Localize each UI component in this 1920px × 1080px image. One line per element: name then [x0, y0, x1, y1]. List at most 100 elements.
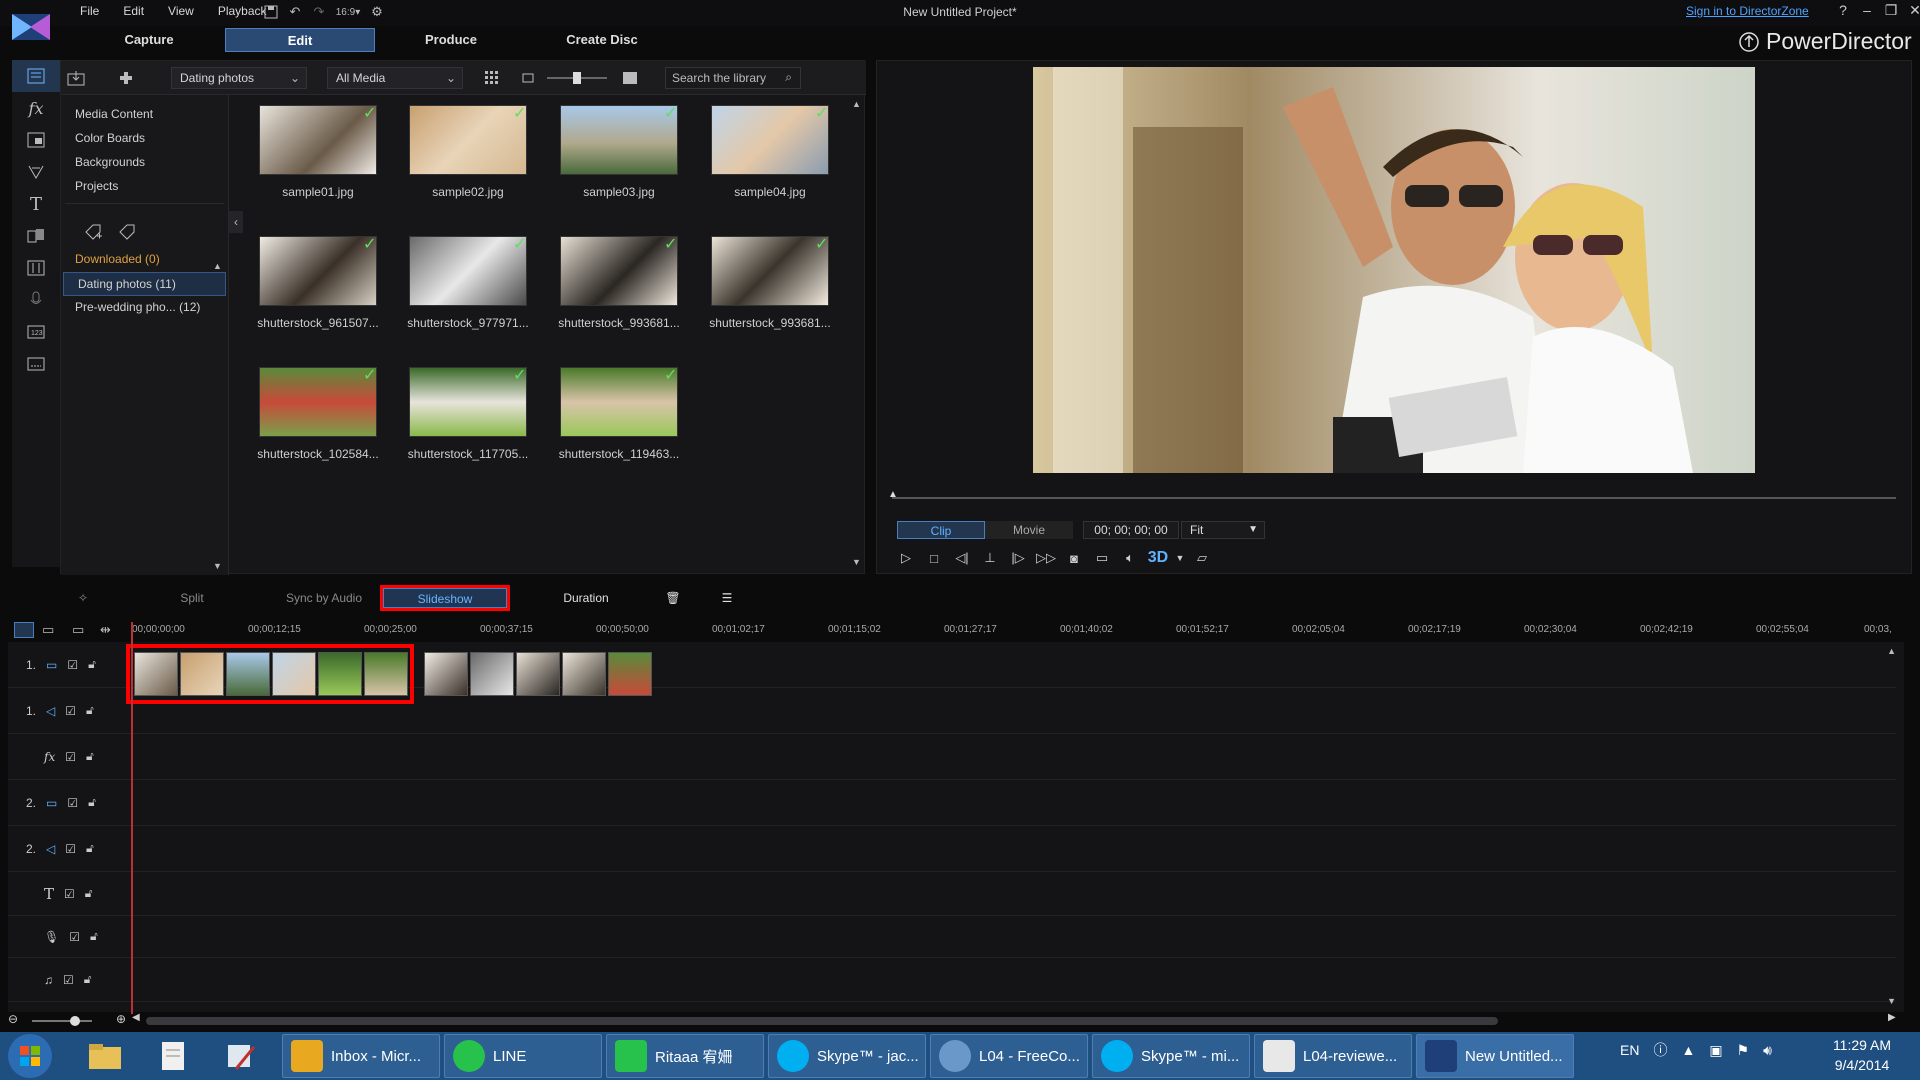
aspect-ratio-icon[interactable]: 16:9▾: [334, 3, 362, 21]
split-button[interactable]: Split: [162, 588, 222, 608]
scroll-up-icon[interactable]: ▲: [213, 261, 223, 271]
sync-audio-button[interactable]: Sync by Audio: [264, 588, 384, 608]
next-frame-icon[interactable]: |▷: [1007, 547, 1029, 569]
taskbar-skype-1[interactable]: Skype™ - jac...: [768, 1034, 926, 1078]
close-button[interactable]: ✕: [1904, 2, 1920, 19]
media-room-icon[interactable]: [12, 60, 60, 92]
external-display-icon[interactable]: ▱: [1191, 547, 1213, 569]
upgrade-icon[interactable]: [1738, 31, 1760, 53]
zoom-in-icon[interactable]: ⊕: [116, 1012, 126, 1026]
voiceover-room-icon[interactable]: [12, 284, 60, 316]
audio-mixing-room-icon[interactable]: [12, 252, 60, 284]
language-indicator[interactable]: EN: [1620, 1042, 1639, 1058]
taskbar-skype-2[interactable]: Skype™ - mi...: [1092, 1034, 1250, 1078]
media-item[interactable]: ✓ sample03.jpg: [552, 95, 678, 205]
tree-color-boards[interactable]: Color Boards: [61, 127, 228, 151]
particle-room-icon[interactable]: [12, 156, 60, 188]
pip-room-icon[interactable]: [12, 124, 60, 156]
tag-dating-photos[interactable]: Dating photos (11): [63, 272, 226, 296]
track-enable-checkbox[interactable]: ☑: [64, 887, 75, 901]
play-icon[interactable]: ▷: [895, 547, 917, 569]
tree-backgrounds[interactable]: Backgrounds: [61, 151, 228, 175]
slideshow-button[interactable]: Slideshow: [380, 585, 510, 611]
lock-icon[interactable]: 🔓︎: [90, 929, 98, 944]
tag-downloaded[interactable]: Downloaded (0): [61, 248, 228, 272]
transition-room-icon[interactable]: [12, 220, 60, 252]
save-icon[interactable]: [262, 3, 280, 21]
timeline-ruler[interactable]: 00;00;00;00 00;00;12;15 00;00;25;00 00;0…: [120, 620, 1900, 640]
fit-timeline-icon[interactable]: ⇹: [100, 622, 111, 638]
media-item[interactable]: ✓ shutterstock_102584...: [251, 357, 379, 467]
lock-icon[interactable]: 🔓︎: [86, 749, 94, 764]
notepad-icon[interactable]: [146, 1034, 200, 1078]
scroll-right-icon[interactable]: ▶: [1888, 1012, 1896, 1023]
3d-toggle[interactable]: 3D: [1147, 547, 1169, 569]
subtitle-room-icon[interactable]: [12, 348, 60, 380]
track-enable-checkbox[interactable]: ☑: [65, 750, 76, 764]
start-button[interactable]: [8, 1034, 52, 1078]
scroll-down-icon[interactable]: ▼: [213, 561, 222, 571]
media-item[interactable]: ✓ shutterstock_119463...: [552, 357, 679, 467]
track-enable-checkbox[interactable]: ☑: [63, 973, 74, 987]
fast-forward-icon[interactable]: ▷▷: [1035, 547, 1057, 569]
media-item[interactable]: ✓ shutterstock_993681...: [703, 226, 831, 336]
media-item[interactable]: ✓ shutterstock_961507...: [251, 226, 379, 336]
thumbnail-size-slider[interactable]: [547, 72, 607, 84]
show-hidden-icon[interactable]: ▲: [1681, 1042, 1695, 1058]
lock-icon[interactable]: 🔓︎: [84, 972, 92, 987]
media-item[interactable]: ✓ shutterstock_977971...: [401, 226, 529, 336]
duration-button[interactable]: Duration: [548, 588, 624, 608]
remove-tag-icon[interactable]: [117, 222, 137, 242]
taskbar-freecommander[interactable]: L04 - FreeCo...: [930, 1034, 1088, 1078]
volume-icon[interactable]: 🔊︎: [1763, 1042, 1772, 1059]
help-icon[interactable]: ⓘ: [1653, 1040, 1667, 1060]
chapter-room-icon[interactable]: 123: [12, 316, 60, 348]
clock[interactable]: 11:29 AM 9/4/2014: [1822, 1035, 1902, 1075]
tab-create-disc[interactable]: Create Disc: [527, 28, 677, 52]
title-room-icon[interactable]: T: [12, 188, 60, 220]
small-thumb-icon[interactable]: [517, 67, 539, 89]
magic-tools-icon[interactable]: ✧: [72, 588, 94, 608]
tab-edit[interactable]: Edit: [225, 28, 375, 52]
dropdown-arrow-icon[interactable]: ▼: [1175, 547, 1185, 569]
network-icon[interactable]: ▣: [1709, 1042, 1722, 1059]
storyboard-view-icon[interactable]: ▭: [42, 622, 54, 638]
collapse-tree-button[interactable]: ‹: [229, 211, 243, 233]
menu-view[interactable]: View: [156, 4, 206, 18]
settings-icon[interactable]: ⚙: [368, 3, 386, 21]
minimize-button[interactable]: –: [1856, 2, 1878, 19]
grid-view-icon[interactable]: [481, 67, 503, 89]
media-item[interactable]: ✓ shutterstock_993681...: [552, 226, 680, 336]
explorer-icon[interactable]: [78, 1034, 132, 1078]
flag-icon[interactable]: ⚑: [1737, 1042, 1750, 1059]
taskbar-outlook[interactable]: Inbox - Micr...: [282, 1034, 440, 1078]
timeline-hscroll[interactable]: [146, 1017, 1498, 1025]
zoom-out-icon[interactable]: ⊖: [8, 1012, 18, 1026]
movie-mode-button[interactable]: Movie: [985, 521, 1073, 539]
tree-scrollbar[interactable]: ▲ ▼: [213, 261, 223, 575]
menu-edit[interactable]: Edit: [111, 4, 156, 18]
previous-frame-icon[interactable]: ◁|: [951, 547, 973, 569]
scroll-down-icon[interactable]: ▼: [1887, 996, 1896, 1006]
scroll-down-icon[interactable]: ▼: [852, 557, 861, 567]
tree-media-content[interactable]: Media Content: [61, 103, 228, 127]
media-item[interactable]: ✓ sample04.jpg: [703, 95, 829, 205]
delete-icon[interactable]: 🗑︎: [662, 588, 684, 608]
plugins-icon[interactable]: [115, 67, 137, 89]
volume-icon[interactable]: 🔈︎: [1119, 547, 1141, 569]
search-icon[interactable]: ⌕: [785, 70, 792, 85]
help-icon[interactable]: ?: [1832, 2, 1854, 19]
stop-icon[interactable]: □: [923, 547, 945, 569]
preview-quality-icon[interactable]: ▭: [1091, 547, 1113, 569]
track-enable-checkbox[interactable]: ☑: [67, 796, 78, 810]
slider-knob[interactable]: [573, 72, 581, 84]
tab-produce[interactable]: Produce: [376, 28, 526, 52]
clip-mode-button[interactable]: Clip: [897, 521, 985, 539]
lock-icon[interactable]: 🔓︎: [88, 657, 96, 672]
taskbar-line[interactable]: LINE: [444, 1034, 602, 1078]
lock-icon[interactable]: 🔓︎: [88, 795, 96, 810]
timeline-view-icon[interactable]: [14, 622, 34, 638]
split-icon[interactable]: ⊥: [979, 547, 1001, 569]
zoom-slider[interactable]: [32, 1016, 92, 1026]
track-manager-icon[interactable]: ▭: [72, 622, 84, 638]
